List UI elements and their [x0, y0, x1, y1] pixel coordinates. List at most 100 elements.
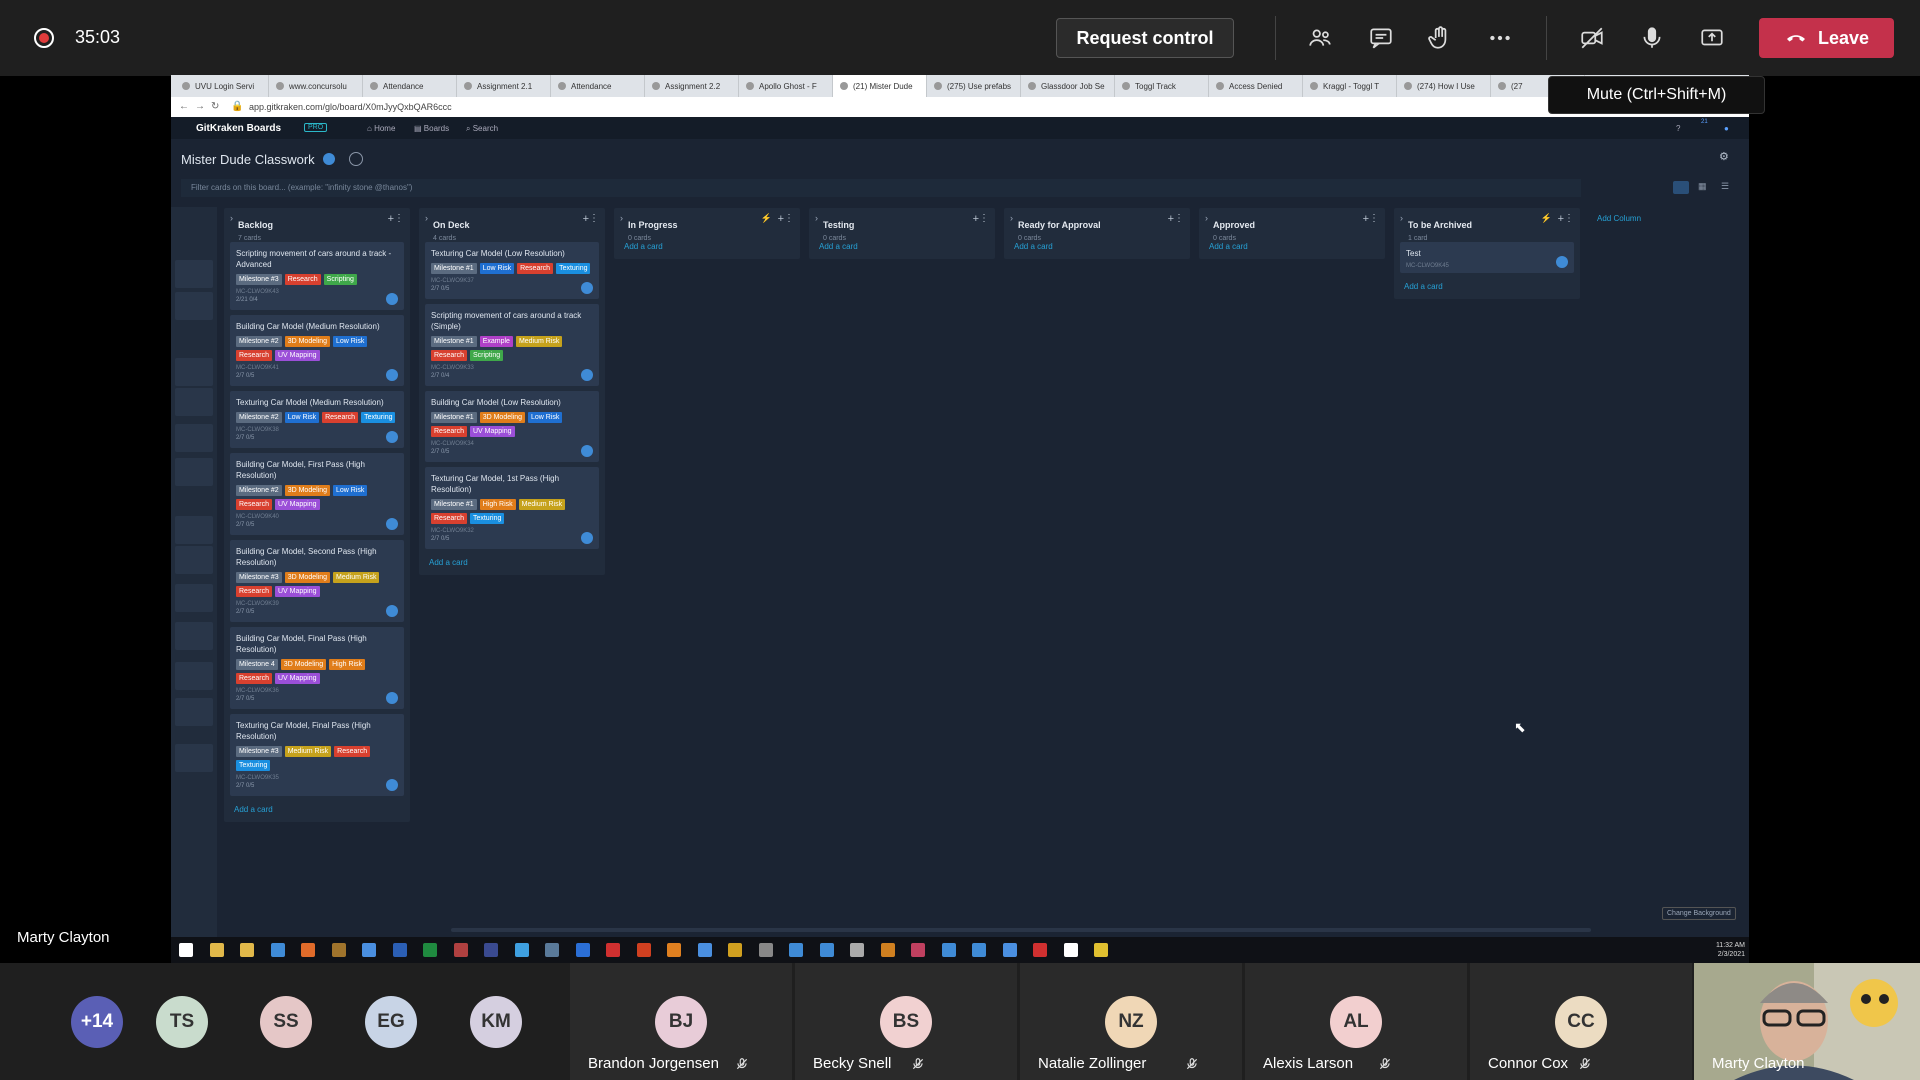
horizontal-scrollbar[interactable] [451, 928, 1591, 932]
card[interactable]: Building Car Model (Medium Resolution) Mi… [230, 315, 404, 386]
column-header[interactable]: Approved0 cards+⋮ [1199, 208, 1385, 242]
taskbar-app-icon[interactable] [941, 943, 956, 957]
taskbar-app-icon[interactable] [209, 943, 224, 957]
taskbar-app-icon[interactable] [850, 943, 864, 957]
column-header[interactable]: Backlog7 cards+⋮ [224, 208, 410, 242]
card[interactable]: Scripting movement of cars around a trac… [425, 304, 599, 386]
collapsed-card[interactable] [175, 662, 213, 690]
taskbar-app-icon[interactable] [575, 943, 590, 957]
participant-avatar[interactable]: EG [365, 996, 417, 1048]
nav-home[interactable]: ⌂ Home [367, 124, 395, 133]
card[interactable]: Texturing Car Model (Medium Resolution) M… [230, 391, 404, 448]
taskbar-app-icon[interactable] [819, 943, 834, 957]
board-settings-icon[interactable]: ⚙ [1719, 150, 1729, 163]
automation-icon[interactable]: ⚡ [761, 213, 772, 224]
collapsed-card[interactable] [175, 260, 213, 288]
notification-count[interactable]: 21 [1701, 119, 1708, 125]
leave-button[interactable]: Leave [1759, 18, 1894, 58]
taskbar-app-icon[interactable] [362, 943, 376, 957]
taskbar-app-icon[interactable] [423, 943, 437, 957]
browser-tab[interactable]: (21) Mister Dude [833, 75, 927, 97]
add-column-button[interactable]: Add Column [1597, 214, 1641, 223]
assignee-avatar[interactable] [386, 293, 398, 305]
column-menu-icon[interactable]: ⋮ [394, 213, 404, 224]
collapsed-card[interactable] [175, 698, 213, 726]
taskbar-app-icon[interactable] [240, 943, 254, 957]
taskbar-app-icon[interactable] [880, 943, 895, 957]
taskbar-app-icon[interactable] [697, 943, 712, 957]
card[interactable]: Texturing Car Model (Low Resolution) Mile… [425, 242, 599, 299]
column-header[interactable]: To be Archived1 card⚡+⋮ [1394, 208, 1580, 242]
assignee-avatar[interactable] [581, 369, 593, 381]
taskbar-app-icon[interactable] [667, 943, 681, 957]
browser-tab[interactable]: UVU Login Servi [175, 75, 269, 97]
card-filter-input[interactable]: Filter cards on this board... (example: … [181, 179, 1581, 197]
assignee-avatar[interactable] [386, 518, 398, 530]
browser-tab[interactable]: Assignment 2.1 [457, 75, 551, 97]
timeline-view-icon[interactable]: ☰ [1721, 181, 1729, 192]
column-menu-icon[interactable]: ⋮ [589, 213, 599, 224]
start-menu-icon[interactable] [179, 943, 193, 957]
participant-avatar[interactable]: SS [260, 996, 312, 1048]
card[interactable]: Building Car Model (Low Resolution) Miles… [425, 391, 599, 462]
taskbar-app-icon[interactable] [1063, 943, 1078, 957]
chat-icon[interactable] [1365, 22, 1397, 54]
browser-tab[interactable]: Attendance [363, 75, 457, 97]
card[interactable]: Building Car Model, First Pass (High Res… [230, 453, 404, 535]
browser-tab[interactable]: (275) Use prefabs [927, 75, 1021, 97]
column-menu-icon[interactable]: ⋮ [1564, 213, 1574, 224]
taskbar-app-icon[interactable] [301, 943, 315, 957]
assignee-avatar[interactable] [386, 369, 398, 381]
column-header[interactable]: In Progress0 cards⚡+⋮ [614, 208, 800, 242]
collapsed-card[interactable] [175, 622, 213, 650]
taskbar-app-icon[interactable] [1002, 943, 1017, 957]
board-view-icon[interactable] [1673, 181, 1689, 194]
column-header[interactable]: Testing0 cards+⋮ [809, 208, 995, 242]
assignee-avatar[interactable] [1556, 256, 1568, 268]
card[interactable]: Test MC-CLWO9K45 [1400, 242, 1574, 273]
column-menu-icon[interactable]: ⋮ [1369, 213, 1379, 224]
change-background-button[interactable]: Change Background [1662, 907, 1736, 920]
column-header[interactable]: Ready for Approval0 cards+⋮ [1004, 208, 1190, 242]
collapsed-card[interactable] [175, 584, 213, 612]
taskbar-app-icon[interactable] [270, 943, 285, 957]
taskbar-app-icon[interactable] [484, 943, 498, 957]
card[interactable]: Building Car Model, Second Pass (High Re… [230, 540, 404, 622]
column-header[interactable]: On Deck4 cards+⋮ [419, 208, 605, 242]
browser-tab[interactable]: Apollo Ghost - F [739, 75, 833, 97]
assignee-avatar[interactable] [386, 692, 398, 704]
add-card-link[interactable]: Add a card [419, 554, 605, 575]
taskbar-app-icon[interactable] [636, 943, 651, 957]
assignee-avatar[interactable] [581, 282, 593, 294]
browser-tab[interactable]: Access Denied [1209, 75, 1303, 97]
taskbar-app-icon[interactable] [1094, 943, 1108, 957]
forward-icon[interactable]: → [195, 101, 205, 112]
nav-boards[interactable]: ▤ Boards [414, 124, 449, 133]
browser-tab[interactable]: www.concursolu [269, 75, 363, 97]
nav-search[interactable]: ⌕ Search [466, 124, 498, 134]
gitkraken-logo[interactable]: GitKraken Boards [196, 123, 281, 134]
board-owner-avatar[interactable] [323, 153, 335, 165]
microphone-icon[interactable] [1636, 22, 1668, 54]
taskbar-app-icon[interactable] [453, 943, 468, 957]
collapsed-card[interactable] [175, 424, 213, 452]
raise-hand-icon[interactable] [1424, 22, 1456, 54]
card[interactable]: Building Car Model, Final Pass (High Res… [230, 627, 404, 709]
collapsed-card[interactable] [175, 292, 213, 320]
collapsed-card[interactable] [175, 358, 213, 386]
help-icon[interactable]: ? [1676, 124, 1680, 133]
taskbar-app-icon[interactable] [392, 943, 407, 957]
assignee-avatar[interactable] [386, 431, 398, 443]
taskbar-app-icon[interactable] [514, 943, 529, 957]
request-control-button[interactable]: Request control [1056, 18, 1234, 58]
card[interactable]: Texturing Car Model, 1st Pass (High Reso… [425, 467, 599, 549]
assignee-avatar[interactable] [386, 605, 398, 617]
collapsed-card[interactable] [175, 546, 213, 574]
assignee-avatar[interactable] [386, 779, 398, 791]
collapsed-card[interactable] [175, 516, 213, 544]
assignee-avatar[interactable] [581, 445, 593, 457]
collapsed-card[interactable] [175, 388, 213, 416]
reload-icon[interactable]: ↻ [211, 101, 219, 112]
participants-icon[interactable] [1304, 22, 1336, 54]
taskbar-app-icon[interactable] [911, 943, 925, 957]
